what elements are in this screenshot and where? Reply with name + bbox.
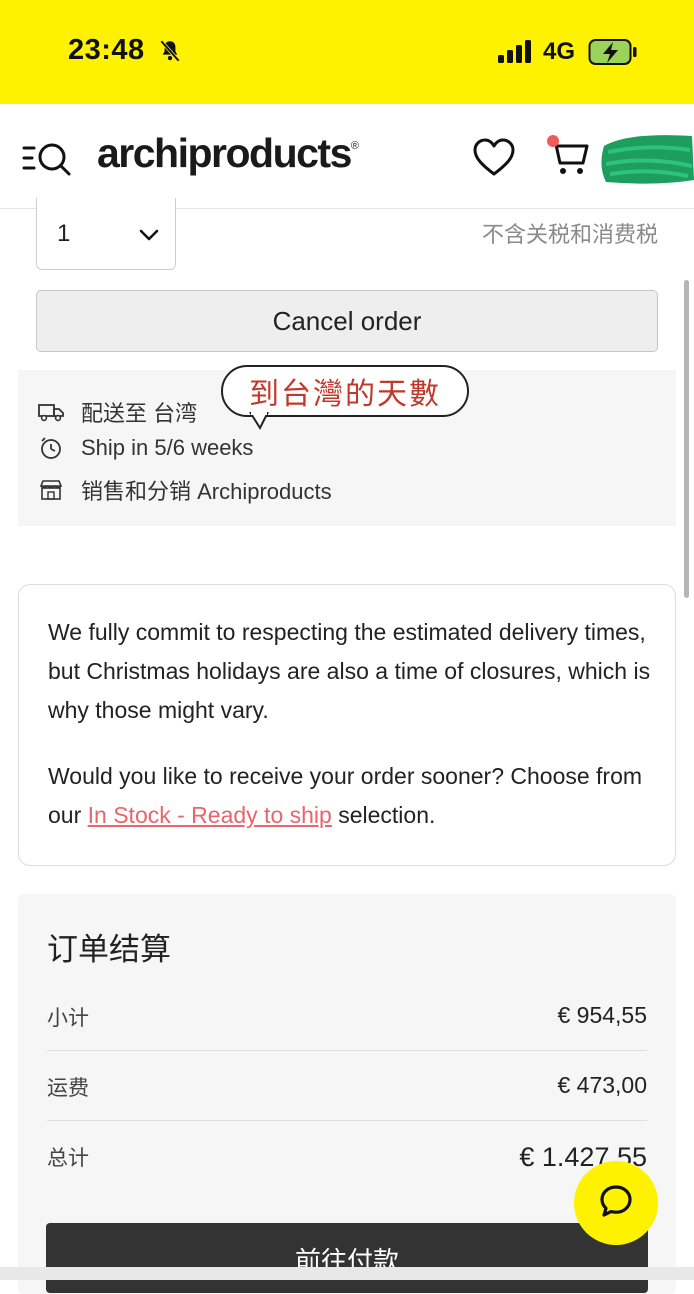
ship-to-text: 配送至 台湾 <box>81 401 198 426</box>
divider <box>47 1050 647 1051</box>
scrollbar[interactable] <box>684 280 689 598</box>
cart-badge <box>547 135 559 147</box>
annotation-bubble-tail <box>248 411 272 437</box>
store-icon <box>38 477 64 503</box>
delivery-notice: We fully commit to respecting the estima… <box>18 584 676 866</box>
seller-text: 销售和分销 Archiproducts <box>81 479 332 504</box>
heart-icon[interactable] <box>472 137 516 182</box>
chat-button[interactable] <box>574 1161 658 1245</box>
summary-title: 订单结算 <box>47 932 171 967</box>
shipping-cost-value: € 473,00 <box>557 1072 647 1098</box>
bell-slash-icon <box>157 38 183 69</box>
annotation-bubble: 到台灣的天數 <box>221 365 469 417</box>
tax-note: 不含关税和消费税 <box>481 222 658 247</box>
shipping-cost-label: 运费 <box>47 1077 89 1100</box>
ship-to-row: 配送至 台湾 <box>38 396 197 428</box>
stopwatch-icon <box>38 435 64 461</box>
seller-row: 销售和分销 Archiproducts <box>38 474 332 506</box>
ship-time-text: Ship in 5/6 weeks <box>81 435 254 460</box>
signal-icon <box>497 40 533 69</box>
proceed-to-payment-button[interactable]: 前往付款 <box>46 1223 648 1293</box>
browser-bottom-bar <box>0 1267 694 1280</box>
notice-paragraph-2: Would you like to receive your order soo… <box>48 763 643 828</box>
subtotal-label: 小计 <box>47 1007 89 1030</box>
chat-bubble-icon <box>597 1182 635 1225</box>
site-logo[interactable]: archiproducts® <box>97 130 359 177</box>
menu-search-icon[interactable] <box>22 140 74 183</box>
battery-charging-icon <box>588 38 638 71</box>
total-label: 总计 <box>47 1147 89 1170</box>
quantity-value: 1 <box>57 220 71 247</box>
chevron-down-icon <box>139 228 159 246</box>
site-header: archiproducts® <box>0 104 694 209</box>
quantity-select[interactable]: 1 <box>36 198 176 270</box>
cancel-order-button[interactable]: Cancel order <box>36 290 658 352</box>
in-stock-link[interactable]: In Stock - Ready to ship <box>88 802 332 828</box>
ship-time-row: Ship in 5/6 weeks <box>38 435 253 461</box>
notice-paragraph-1: We fully commit to respecting the estima… <box>48 619 651 723</box>
status-bar: 23:48 4G <box>0 0 694 104</box>
divider <box>47 1120 647 1121</box>
network-type: 4G <box>543 38 576 65</box>
avatar[interactable] <box>598 126 694 186</box>
status-time: 23:48 <box>68 34 145 66</box>
truck-icon <box>38 399 64 425</box>
subtotal-value: € 954,55 <box>557 1002 647 1028</box>
